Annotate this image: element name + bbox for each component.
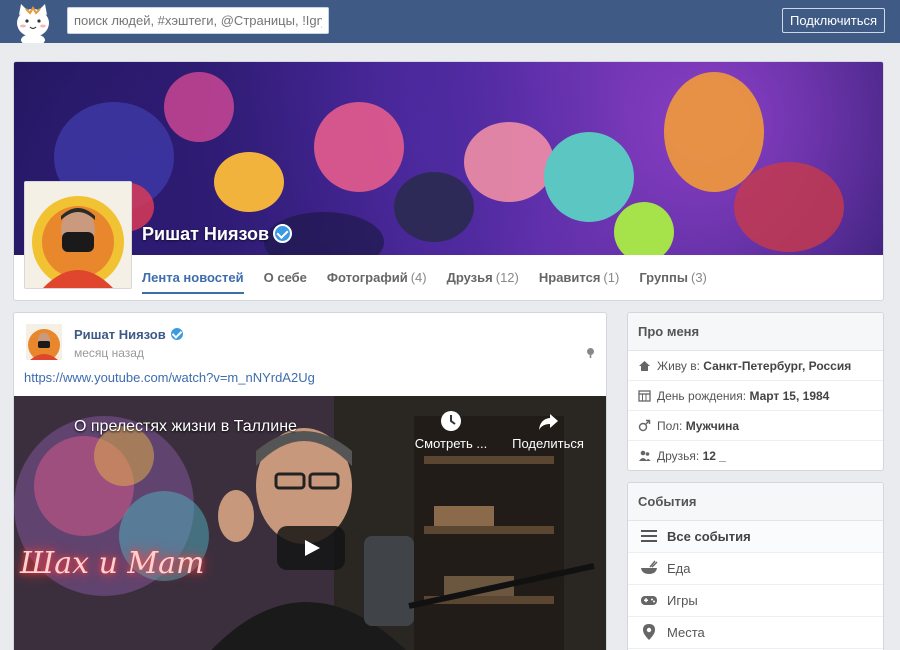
profile-avatar[interactable] [24, 181, 132, 289]
events-title: События [628, 483, 883, 521]
about-value: Март 15, 1984 [749, 389, 830, 403]
post-timestamp: месяц назад [74, 346, 144, 360]
globe-privacy-icon[interactable] [586, 347, 595, 358]
friends-icon [639, 450, 651, 461]
post-card: Ришат Ниязов месяц назад https://www.you… [13, 312, 607, 650]
calendar-icon [638, 390, 651, 402]
play-button[interactable] [277, 526, 345, 570]
post-author[interactable]: Ришат Ниязов [74, 327, 184, 342]
post-author-name: Ришат Ниязов [74, 327, 166, 342]
events-item-label: Места [667, 625, 705, 640]
about-value: 12 _ [702, 449, 726, 463]
about-title: Про меня [628, 313, 883, 351]
neon-sign: Шах и Мат [20, 546, 205, 581]
watch-later-label: Смотреть ... [414, 436, 488, 451]
top-bar: Подключиться [0, 0, 900, 43]
watch-later-button[interactable]: Смотреть ... [412, 410, 490, 451]
profile-tabs: Лента новостей О себе Фотографий (4) Друз… [132, 255, 717, 300]
post-author-avatar[interactable] [26, 324, 62, 360]
tab-count: (4) [410, 270, 427, 285]
gender-icon [638, 419, 651, 432]
tab-about[interactable]: О себе [254, 255, 317, 300]
gamepad-icon [641, 596, 657, 605]
events-item-label: Игры [667, 593, 698, 608]
about-row-gender: Пол: Мужчина [628, 411, 883, 441]
tab-count: (3) [691, 270, 707, 285]
search-input[interactable] [67, 7, 329, 34]
clock-icon [441, 411, 461, 431]
about-card: Про меня Живу в: Санкт-Петербург, Россия… [627, 312, 884, 471]
avatar-photo-icon [26, 324, 62, 360]
tab-label: Группы [639, 270, 688, 285]
tab-photos[interactable]: Фотографий (4) [317, 255, 437, 300]
about-label: Пол: [657, 419, 683, 433]
location-pin-icon [643, 624, 655, 640]
about-row-birthday: День рождения: Март 15, 1984 [628, 381, 883, 411]
tab-label: Фотографий [326, 270, 408, 285]
video-title[interactable]: О прелестях жизни в Таллине [74, 418, 297, 436]
events-item-places[interactable]: Места [628, 617, 883, 649]
post-link[interactable]: https://www.youtube.com/watch?v=m_nNYrdA… [24, 370, 315, 385]
tab-count: (1) [603, 270, 620, 285]
cat-logo-icon[interactable] [12, 1, 54, 43]
avatar-photo-icon [25, 182, 131, 288]
profile-card: Ришат Ниязов Лента новостей О себе Фотог… [13, 61, 884, 301]
events-item-all[interactable]: Все события [628, 521, 883, 553]
tab-news-feed[interactable]: Лента новостей [132, 255, 254, 300]
tab-label: Нравится [538, 270, 601, 285]
tab-label: О себе [263, 270, 307, 285]
tab-label: Лента новостей [142, 270, 244, 285]
profile-name: Ришат Ниязов [142, 224, 293, 245]
profile-name-text: Ришат Ниязов [142, 224, 270, 244]
events-item-label: Все события [667, 529, 751, 544]
tab-label: Друзья [446, 270, 493, 285]
about-label: Живу в: [657, 359, 700, 373]
about-label: Друзья: [657, 449, 700, 463]
about-label: День рождения: [657, 389, 747, 403]
food-bowl-icon [641, 560, 658, 574]
events-item-label: Еда [667, 561, 691, 576]
events-card: События Все события Еда Игры Места [627, 482, 884, 650]
tab-groups[interactable]: Группы (3) [629, 255, 717, 300]
verified-icon [273, 224, 293, 243]
about-row-friends: Друзья: 12 _ [628, 441, 883, 470]
menu-icon [641, 530, 657, 542]
tab-likes[interactable]: Нравится (1) [529, 255, 629, 300]
about-value: Мужчина [685, 419, 740, 433]
tab-count: (12) [495, 270, 519, 285]
share-label: Поделиться [512, 436, 584, 451]
tab-friends[interactable]: Друзья (12) [437, 255, 529, 300]
share-button[interactable]: Поделиться [508, 410, 588, 451]
share-arrow-icon [539, 414, 558, 430]
verified-icon [169, 327, 184, 341]
about-row-location: Живу в: Санкт-Петербург, Россия [628, 351, 883, 381]
about-value: Санкт-Петербург, Россия [703, 359, 852, 373]
events-item-games[interactable]: Игры [628, 585, 883, 617]
events-item-food[interactable]: Еда [628, 553, 883, 585]
video-embed[interactable]: Шах и Мат О прелестях жизни в Таллине См… [14, 396, 606, 650]
connect-button[interactable]: Подключиться [782, 8, 885, 33]
home-icon [639, 361, 650, 371]
